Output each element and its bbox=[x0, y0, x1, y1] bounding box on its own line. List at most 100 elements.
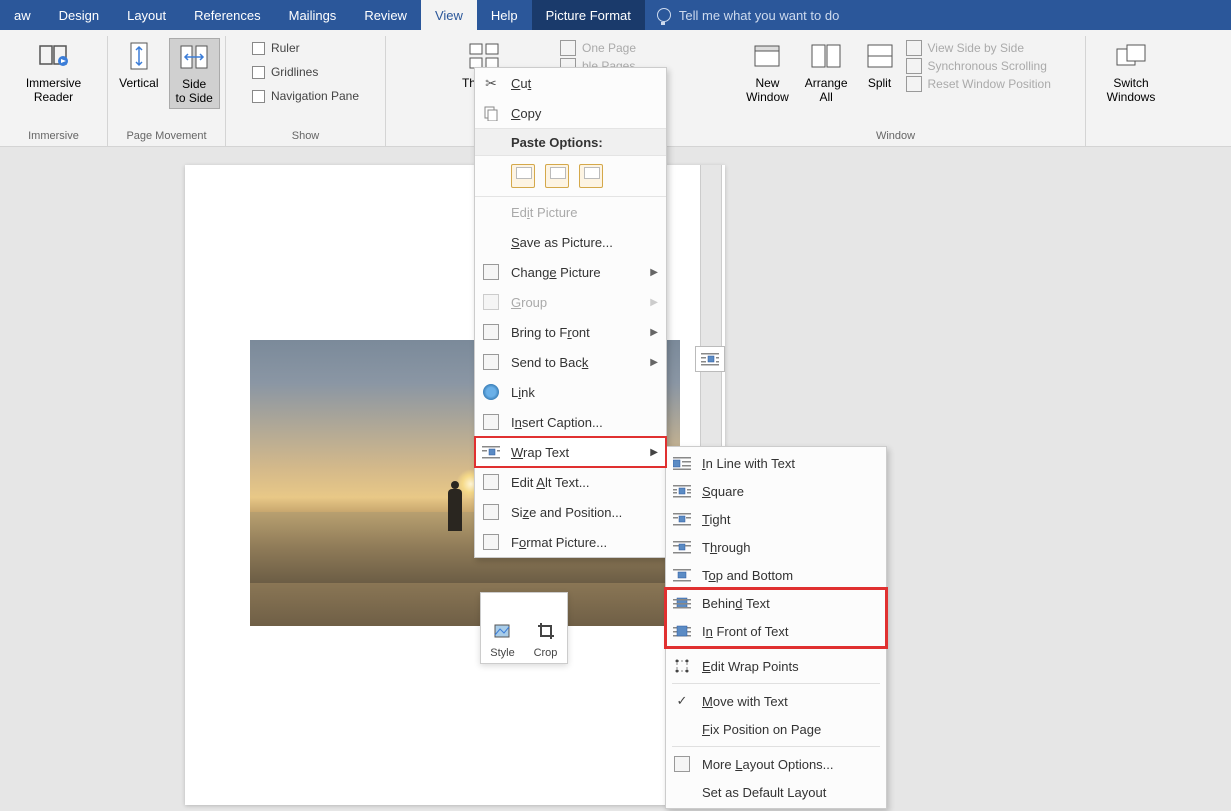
arrange-all-button[interactable]: Arrange All bbox=[799, 38, 854, 107]
paste-options-row bbox=[475, 156, 666, 197]
immersive-reader-label: Immersive Reader bbox=[26, 76, 81, 105]
group-switch-windows: Switch Windows bbox=[1086, 36, 1176, 146]
immersive-reader-button[interactable]: Immersive Reader bbox=[20, 38, 87, 107]
link-icon bbox=[481, 384, 501, 400]
reset-position-icon bbox=[906, 76, 922, 92]
gridlines-checkbox[interactable]: Gridlines bbox=[248, 62, 322, 82]
wrap-behind-text[interactable]: Behind Text bbox=[666, 589, 886, 617]
side-by-side-icon bbox=[906, 40, 922, 56]
picture-style-button[interactable]: Style bbox=[481, 593, 524, 663]
paste-options-header: Paste Options: bbox=[475, 128, 666, 156]
picture-context-menu: ✂Cut Copy Paste Options: Edit Picture Sa… bbox=[474, 67, 667, 558]
group-show: Ruler Gridlines Navigation Pane Show bbox=[226, 36, 386, 146]
navigation-pane-checkbox[interactable]: Navigation Pane bbox=[248, 86, 363, 106]
tab-references[interactable]: References bbox=[180, 0, 274, 30]
menu-bring-to-front[interactable]: Bring to Front▶ bbox=[475, 317, 666, 347]
arrange-all-label: Arrange All bbox=[805, 76, 848, 105]
paste-option-2[interactable] bbox=[545, 164, 569, 188]
tell-me-label: Tell me what you want to do bbox=[679, 8, 839, 23]
arrange-all-icon bbox=[810, 40, 842, 72]
caption-icon bbox=[481, 414, 501, 430]
tab-design[interactable]: Design bbox=[45, 0, 113, 30]
wrap-square[interactable]: Square bbox=[666, 477, 886, 505]
group-window-label: Window bbox=[714, 128, 1077, 146]
lightbulb-icon bbox=[657, 8, 671, 22]
tab-picture-format[interactable]: Picture Format bbox=[532, 0, 645, 30]
menu-size-and-position[interactable]: Size and Position... bbox=[475, 497, 666, 527]
wrap-top-bottom[interactable]: Top and Bottom bbox=[666, 561, 886, 589]
copy-icon bbox=[481, 105, 501, 121]
format-picture-icon bbox=[481, 534, 501, 550]
wrap-inline[interactable]: In Line with Text bbox=[666, 449, 886, 477]
layout-options-button[interactable] bbox=[695, 346, 725, 372]
menu-change-picture[interactable]: Change Picture▶ bbox=[475, 257, 666, 287]
tab-mailings[interactable]: Mailings bbox=[275, 0, 351, 30]
new-window-label: New Window bbox=[746, 76, 789, 105]
checkbox-icon bbox=[252, 42, 265, 55]
ribbon-tabs: aw Design Layout References Mailings Rev… bbox=[0, 0, 1231, 30]
layout-options-icon bbox=[701, 352, 719, 366]
more-layout-icon bbox=[672, 756, 692, 772]
group-window: New Window Arrange All Split View Side b… bbox=[706, 36, 1086, 146]
switch-windows-button[interactable]: Switch Windows bbox=[1101, 38, 1162, 107]
sync-scroll-icon bbox=[906, 58, 922, 74]
menu-wrap-text[interactable]: Wrap Text▶ bbox=[475, 437, 666, 467]
wrap-in-front-of-text[interactable]: In Front of Text bbox=[666, 617, 886, 645]
wrap-inline-icon bbox=[672, 455, 692, 471]
group-immersive: Immersive Reader Immersive bbox=[0, 36, 108, 146]
style-icon bbox=[493, 621, 513, 641]
side-to-side-label: Side to Side bbox=[176, 77, 213, 106]
menu-format-picture[interactable]: Format Picture... bbox=[475, 527, 666, 557]
side-to-side-button[interactable]: Side to Side bbox=[169, 38, 220, 109]
menu-edit-alt-text[interactable]: Edit Alt Text... bbox=[475, 467, 666, 497]
paste-option-1[interactable] bbox=[511, 164, 535, 188]
checkbox-icon bbox=[252, 90, 265, 103]
split-icon bbox=[864, 40, 896, 72]
menu-link[interactable]: Link bbox=[475, 377, 666, 407]
tab-review[interactable]: Review bbox=[350, 0, 421, 30]
menu-group: Group▶ bbox=[475, 287, 666, 317]
cut-icon: ✂ bbox=[481, 75, 501, 92]
more-layout-options[interactable]: More Layout Options... bbox=[666, 750, 886, 778]
edit-wrap-points[interactable]: Edit Wrap Points bbox=[666, 652, 886, 680]
tab-help[interactable]: Help bbox=[477, 0, 532, 30]
split-button[interactable]: Split bbox=[858, 38, 902, 92]
group-page-movement: Vertical Side to Side Page Movement bbox=[108, 36, 226, 146]
tab-view[interactable]: View bbox=[421, 0, 477, 30]
vertical-button[interactable]: Vertical bbox=[113, 38, 164, 92]
bring-front-icon bbox=[481, 324, 501, 340]
menu-insert-caption[interactable]: Insert Caption... bbox=[475, 407, 666, 437]
wrap-text-icon bbox=[481, 445, 501, 459]
check-icon: ✓ bbox=[672, 693, 692, 709]
wrap-tight-icon bbox=[672, 511, 692, 527]
set-as-default-layout[interactable]: Set as Default Layout bbox=[666, 778, 886, 806]
view-side-by-side-button: View Side by Side bbox=[906, 40, 1051, 56]
alt-text-icon bbox=[481, 474, 501, 490]
submenu-separator bbox=[672, 683, 880, 684]
ruler-checkbox[interactable]: Ruler bbox=[248, 38, 304, 58]
new-window-button[interactable]: New Window bbox=[740, 38, 795, 107]
tell-me-search[interactable]: Tell me what you want to do bbox=[645, 0, 851, 30]
move-with-text[interactable]: ✓Move with Text bbox=[666, 687, 886, 715]
menu-cut[interactable]: ✂Cut bbox=[475, 68, 666, 98]
menu-copy[interactable]: Copy bbox=[475, 98, 666, 128]
group-immersive-label: Immersive bbox=[8, 128, 99, 146]
wrap-through[interactable]: Through bbox=[666, 533, 886, 561]
group-page-movement-label: Page Movement bbox=[116, 128, 217, 146]
one-page-button: One Page bbox=[560, 40, 636, 56]
vertical-label: Vertical bbox=[119, 76, 158, 90]
tab-layout[interactable]: Layout bbox=[113, 0, 180, 30]
send-back-icon bbox=[481, 354, 501, 370]
style-label: Style bbox=[490, 647, 514, 659]
wrap-square-icon bbox=[672, 483, 692, 499]
edit-wrap-points-icon bbox=[672, 658, 692, 674]
change-picture-icon bbox=[481, 264, 501, 280]
wrap-tight[interactable]: Tight bbox=[666, 505, 886, 533]
fix-position-on-page[interactable]: Fix Position on Page bbox=[666, 715, 886, 743]
tab-draw[interactable]: aw bbox=[0, 0, 45, 30]
menu-send-to-back[interactable]: Send to Back▶ bbox=[475, 347, 666, 377]
crop-button[interactable]: Crop bbox=[524, 593, 567, 663]
submenu-separator bbox=[672, 648, 880, 649]
menu-save-as-picture[interactable]: Save as Picture... bbox=[475, 227, 666, 257]
paste-option-3[interactable] bbox=[579, 164, 603, 188]
